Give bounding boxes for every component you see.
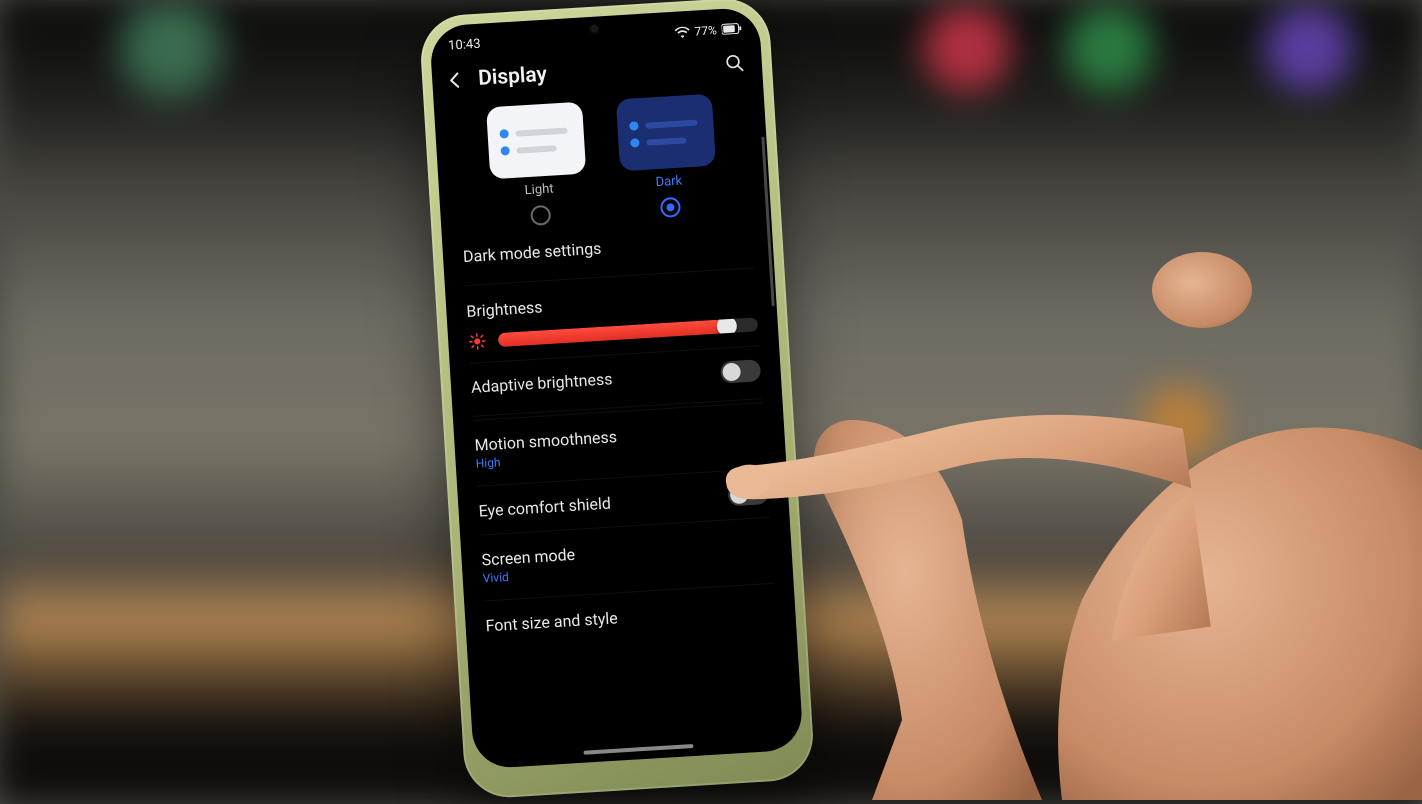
radio-light[interactable] [530,205,551,226]
clock: 10:43 [448,37,481,54]
page-title: Display [478,53,713,91]
brightness-fill [498,319,727,347]
theme-selector: Light Dark [434,86,771,233]
eye-comfort-toggle[interactable] [727,482,768,506]
theme-label-light: Light [524,181,554,198]
wifi-icon [674,25,690,38]
theme-option-light[interactable]: Light [479,101,596,228]
adaptive-brightness-label: Adaptive brightness [471,369,613,397]
eye-comfort-label: Eye comfort shield [478,493,611,520]
theme-card-dark [616,94,716,172]
battery-icon [721,23,742,35]
radio-dark[interactable] [660,197,681,218]
theme-card-light [486,102,586,180]
phone: 10:43 77% Display [418,0,815,800]
back-button[interactable] [442,67,470,95]
search-button[interactable] [721,49,749,77]
home-indicator[interactable] [583,744,693,755]
phone-screen: 10:43 77% Display [429,7,804,770]
adaptive-brightness-toggle[interactable] [720,359,761,383]
brightness-thumb[interactable] [716,317,737,336]
theme-option-dark[interactable]: Dark [609,93,726,220]
theme-label-dark: Dark [655,174,682,191]
brightness-track[interactable] [498,317,758,347]
font-label: Font size and style [485,599,776,636]
brightness-icon [468,331,487,350]
settings-list: Dark mode settings Brightness Adaptive b… [442,213,796,640]
dark-mode-settings-label: Dark mode settings [463,229,754,266]
battery-text: 77% [694,23,717,38]
